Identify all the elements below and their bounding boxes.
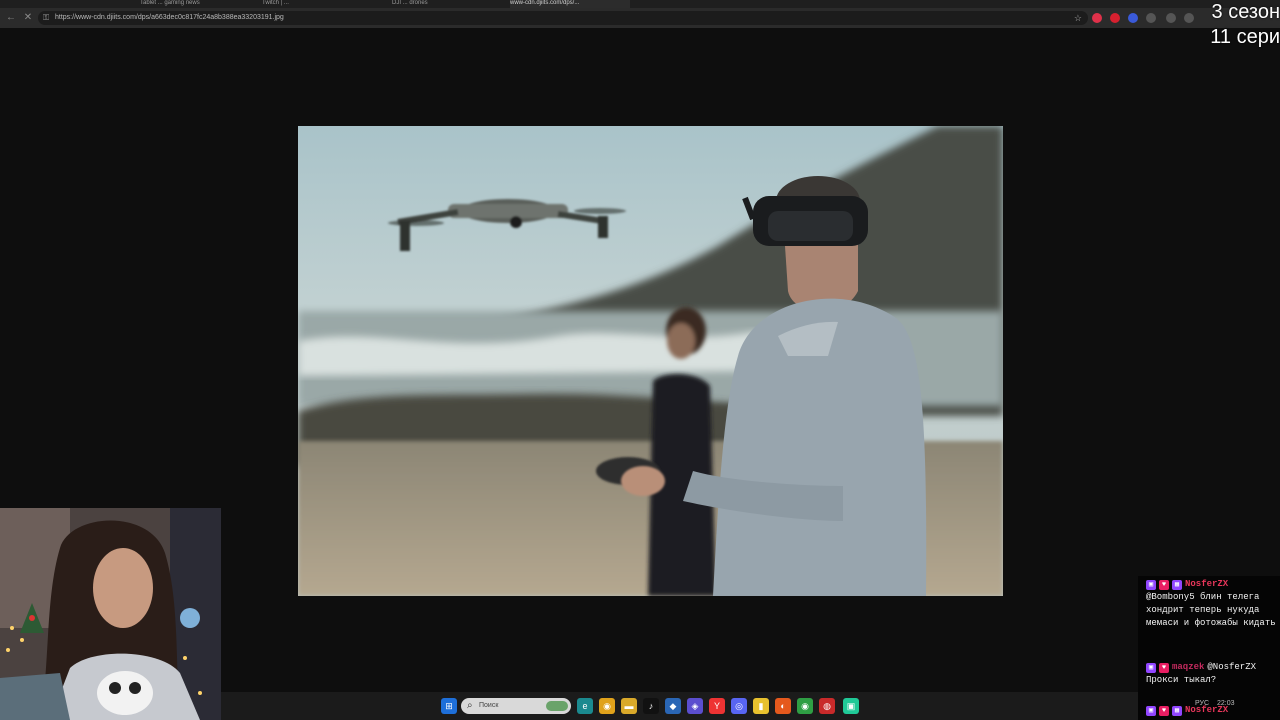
heart-badge-icon: ♥ bbox=[1159, 579, 1169, 590]
tray-clock[interactable]: 22:03 bbox=[1217, 700, 1235, 707]
windows-start-icon[interactable]: ⊞ bbox=[441, 698, 457, 714]
yandex-icon[interactable]: Y bbox=[709, 698, 725, 714]
tab-3[interactable]: Twitch | ... bbox=[262, 0, 382, 8]
subscriber-badge-icon: ▦ bbox=[1172, 705, 1182, 716]
app-icon-1[interactable]: ◆ bbox=[665, 698, 681, 714]
chat-message: ▣ ♥ ▦ NosferZX @Bombony5 блин телега хон… bbox=[1146, 578, 1278, 630]
search-icon: ⌕ bbox=[467, 700, 473, 711]
extension-icon-3[interactable] bbox=[1128, 13, 1138, 23]
chat-username[interactable]: maqzek bbox=[1172, 661, 1204, 674]
system-tray: РУС 22:03 bbox=[1195, 700, 1235, 707]
subscriber-badge-icon: ▦ bbox=[1172, 579, 1182, 590]
heart-badge-icon: ♥ bbox=[1159, 705, 1169, 716]
webcam-illustration bbox=[0, 508, 221, 720]
extension-icon-2[interactable] bbox=[1110, 13, 1120, 23]
edge-icon[interactable]: e bbox=[577, 698, 593, 714]
app-icon-2[interactable]: ▮ bbox=[753, 698, 769, 714]
heart-badge-icon: ♥ bbox=[1159, 662, 1169, 673]
tab-strip: Tablet ... gaming news Twitch | ... DJI … bbox=[0, 0, 1280, 8]
extension-icon-1[interactable] bbox=[1092, 13, 1102, 23]
chat-message: ▣ ♥ maqzek @NosferZX Прокси тыкал? bbox=[1146, 661, 1278, 687]
taskbar-search[interactable]: ⌕ Поиск bbox=[461, 698, 571, 714]
chat-mention: @NosferZX bbox=[1207, 662, 1257, 672]
tray-language[interactable]: РУС bbox=[1195, 700, 1209, 707]
twitch-badge-icon: ▣ bbox=[1146, 579, 1156, 590]
discord-icon[interactable]: ◎ bbox=[731, 698, 747, 714]
windows-taskbar: ⊞ ⌕ Поиск e ◉ ▬ ♪ ◆ ◈ Y ◎ ▮ ◐ ◉ ◍ ▣ bbox=[221, 692, 1138, 720]
star-icon[interactable]: ☆ bbox=[1074, 11, 1082, 25]
address-bar[interactable]: ⚿ https://www-cdn.djiits.com/dps/a663dec… bbox=[38, 11, 1088, 25]
chat-text: Прокси тыкал? bbox=[1146, 675, 1217, 685]
app-icon-4[interactable]: ▣ bbox=[843, 698, 859, 714]
tiktok-icon[interactable]: ♪ bbox=[643, 698, 659, 714]
tab-4-title: DJI ... drones bbox=[392, 0, 428, 6]
lock-icon[interactable]: ⚿ bbox=[43, 13, 49, 23]
drone-photo[interactable] bbox=[298, 126, 1003, 596]
back-icon[interactable]: ← bbox=[4, 11, 18, 25]
file-explorer-icon[interactable]: ▬ bbox=[621, 698, 637, 714]
teams-icon[interactable]: ◈ bbox=[687, 698, 703, 714]
drone-photo-illustration bbox=[298, 126, 1003, 596]
url-text: https://www-cdn.djiits.com/dps/a663dec0c… bbox=[55, 14, 284, 21]
tab-3-title: Twitch | ... bbox=[262, 0, 289, 6]
twitch-badge-icon: ▣ bbox=[1146, 662, 1156, 673]
tab-2-title: Tablet ... gaming news bbox=[140, 0, 200, 6]
twitch-badge-icon: ▣ bbox=[1146, 705, 1156, 716]
extensions-puzzle-icon[interactable] bbox=[1166, 13, 1176, 23]
profile-icon[interactable] bbox=[1184, 13, 1194, 23]
stream-chat: ▣ ♥ ▦ NosferZX @Bombony5 блин телега хон… bbox=[1138, 576, 1280, 720]
chat-username[interactable]: NosferZX bbox=[1185, 578, 1228, 591]
chrome-icon-2[interactable]: ◉ bbox=[797, 698, 813, 714]
tab-2[interactable]: Tablet ... gaming news bbox=[140, 0, 255, 8]
chat-text: @Bombony5 блин телега хондрит теперь нук… bbox=[1146, 592, 1276, 628]
firefox-icon[interactable]: ◐ bbox=[775, 698, 791, 714]
episode-label: 11 сери bbox=[1210, 26, 1280, 48]
browser-toolbar: ← ✕ ⚿ https://www-cdn.djiits.com/dps/a66… bbox=[0, 8, 1280, 28]
app-icon-3[interactable]: ◍ bbox=[819, 698, 835, 714]
search-highlight-icon bbox=[546, 701, 568, 711]
tab-1[interactable] bbox=[20, 0, 130, 8]
tab-5-active[interactable]: www-cdn.djiits.com/dps/... bbox=[510, 0, 630, 8]
streamer-webcam bbox=[0, 508, 221, 720]
reload-icon[interactable]: ✕ bbox=[21, 11, 35, 25]
tab-5-title: www-cdn.djiits.com/dps/... bbox=[510, 0, 580, 6]
tab-4[interactable]: DJI ... drones bbox=[392, 0, 502, 8]
season-label: 3 сезон bbox=[1211, 1, 1280, 23]
extension-icon-4[interactable] bbox=[1146, 13, 1156, 23]
chrome-icon[interactable]: ◉ bbox=[599, 698, 615, 714]
search-placeholder: Поиск bbox=[479, 702, 499, 709]
